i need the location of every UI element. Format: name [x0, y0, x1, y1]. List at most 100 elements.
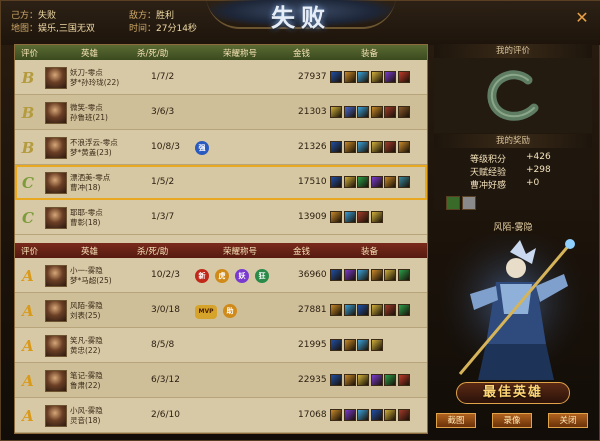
equipment-item-icon[interactable]: [397, 304, 410, 316]
hero-avatar[interactable]: [45, 265, 67, 287]
my-rating-title: 我的评价: [434, 44, 592, 58]
equipment-item-icon[interactable]: [343, 141, 356, 153]
equipment-item-icon[interactable]: [357, 71, 369, 83]
reward-item-icon[interactable]: [446, 196, 460, 210]
equipment-item-icon[interactable]: [370, 176, 383, 188]
equipment-item-icon[interactable]: [397, 71, 410, 83]
equipment-item-icon[interactable]: [330, 141, 342, 153]
equipment-item-icon[interactable]: [343, 71, 356, 83]
equipment-item-icon[interactable]: [397, 176, 410, 188]
equipment-item-icon[interactable]: [384, 176, 396, 188]
player-row[interactable]: A 小一-雾隐 梦*马超(25) 10/2/3 新虎妖狂 36960: [15, 258, 427, 293]
equipment-item-icon[interactable]: [357, 374, 369, 386]
equipment-item-icon[interactable]: [330, 269, 342, 281]
player-row[interactable]: B 不浪浮云-零点 梦*黄盖(23) 10/8/3 强 21326: [15, 130, 427, 165]
equipment-item-icon[interactable]: [343, 269, 356, 281]
equipment-item-icon[interactable]: [370, 339, 383, 351]
close-icon[interactable]: ✕: [573, 9, 591, 27]
equipment-item-icon[interactable]: [397, 106, 410, 118]
equipment-item-icon[interactable]: [397, 269, 410, 281]
player-row[interactable]: A 小风-雾隐 灵音(18) 2/6/10 17068: [15, 398, 427, 433]
equipment-item-icon[interactable]: [384, 374, 396, 386]
our-side-result: 己方：失败: [11, 11, 57, 21]
equipment-item-icon[interactable]: [357, 409, 369, 421]
equipment-item-icon[interactable]: [357, 141, 369, 153]
equipment-item-icon[interactable]: [370, 304, 383, 316]
player-row[interactable]: A 笑凡-雾隐 黄忠(22) 8/5/8 21995: [15, 328, 427, 363]
close-button[interactable]: 关闭: [548, 413, 588, 428]
equipment-item-icon[interactable]: [357, 106, 369, 118]
my-reward-box: 等级积分 +426 天赋经验 +298 曹冲好感 +0: [434, 148, 592, 210]
gold-value: 27881: [298, 305, 327, 315]
equipment-item-icon[interactable]: [330, 211, 342, 223]
equipment-item-icon[interactable]: [384, 269, 396, 281]
equipment-item-icon[interactable]: [343, 211, 356, 223]
equipment-item-icon[interactable]: [370, 269, 383, 281]
hero-avatar[interactable]: [45, 370, 67, 392]
equipment-item-icon[interactable]: [384, 141, 396, 153]
equipment-item-icon[interactable]: [370, 211, 383, 223]
equipment-item-icon[interactable]: [397, 374, 410, 386]
honor-badge-icon[interactable]: 狂: [255, 269, 269, 283]
equipment-list: [330, 304, 411, 319]
equipment-item-icon[interactable]: [343, 409, 356, 421]
equipment-item-icon[interactable]: [330, 71, 342, 83]
hero-avatar[interactable]: [45, 405, 67, 427]
equipment-item-icon[interactable]: [330, 409, 342, 421]
equipment-item-icon[interactable]: [330, 339, 342, 351]
honor-badge-icon[interactable]: 新: [195, 269, 209, 283]
equipment-item-icon[interactable]: [330, 176, 342, 188]
hero-avatar[interactable]: [45, 207, 67, 229]
equipment-item-icon[interactable]: [384, 71, 396, 83]
equipment-item-icon[interactable]: [357, 176, 369, 188]
player-row[interactable]: B 妖刀-零点 梦*孙玲珑(22) 1/7/2 27937: [15, 60, 427, 95]
equipment-item-icon[interactable]: [330, 106, 342, 118]
equipment-item-icon[interactable]: [384, 409, 396, 421]
honor-badge-icon[interactable]: 妖: [235, 269, 249, 283]
screenshot-button[interactable]: 截图: [436, 413, 476, 428]
equipment-list: [330, 71, 411, 86]
equipment-item-icon[interactable]: [330, 304, 342, 316]
player-row[interactable]: B 微笑-零点 孙鲁班(21) 3/6/3 21303: [15, 95, 427, 130]
equipment-item-icon[interactable]: [384, 304, 396, 316]
player-row[interactable]: C 漂洒美-零点 曹冲(18) 1/5/2 17510: [15, 165, 427, 200]
player-row[interactable]: A 笔记-雾隐 鲁肃(22) 6/3/12 22935: [15, 363, 427, 398]
equipment-item-icon[interactable]: [370, 409, 383, 421]
equipment-item-icon[interactable]: [343, 339, 356, 351]
equipment-item-icon[interactable]: [357, 304, 369, 316]
record-button[interactable]: 录像: [492, 413, 532, 428]
equipment-item-icon[interactable]: [343, 304, 356, 316]
equipment-item-icon[interactable]: [343, 176, 356, 188]
honor-badge-icon[interactable]: 虎: [215, 269, 229, 283]
honor-badge-icon[interactable]: 助: [223, 304, 237, 318]
hero-avatar[interactable]: [45, 67, 67, 89]
player-row[interactable]: A 风陌-雾隐 刘表(25) 3/0/18 MVP 助 27881: [15, 293, 427, 328]
hero-name-level: 黄忠(22): [70, 346, 101, 355]
equipment-item-icon[interactable]: [330, 374, 342, 386]
hero-avatar[interactable]: [45, 335, 67, 357]
equipment-item-icon[interactable]: [370, 106, 383, 118]
honor-badge-icon[interactable]: 强: [195, 141, 209, 155]
player-row[interactable]: C 耶耶-零点 曹彰(18) 1/3/7 13909: [15, 200, 427, 235]
player-name: 笑凡-雾隐: [70, 336, 103, 345]
reward-item-icon[interactable]: [462, 196, 476, 210]
hero-avatar[interactable]: [45, 172, 67, 194]
hero-name-level: 鲁肃(22): [70, 381, 101, 390]
equipment-item-icon[interactable]: [357, 269, 369, 281]
equipment-item-icon[interactable]: [343, 106, 356, 118]
hero-avatar[interactable]: [45, 300, 67, 322]
equipment-item-icon[interactable]: [357, 211, 369, 223]
honor-badge-icon[interactable]: MVP: [195, 305, 217, 319]
equipment-item-icon[interactable]: [370, 374, 383, 386]
equipment-list: [330, 106, 411, 121]
equipment-item-icon[interactable]: [370, 71, 383, 83]
equipment-item-icon[interactable]: [384, 106, 396, 118]
equipment-item-icon[interactable]: [397, 409, 410, 421]
equipment-item-icon[interactable]: [343, 374, 356, 386]
equipment-item-icon[interactable]: [370, 141, 383, 153]
hero-avatar[interactable]: [45, 102, 67, 124]
hero-avatar[interactable]: [45, 137, 67, 159]
equipment-item-icon[interactable]: [397, 141, 410, 153]
equipment-item-icon[interactable]: [357, 339, 369, 351]
rating-grade: C: [22, 174, 34, 192]
